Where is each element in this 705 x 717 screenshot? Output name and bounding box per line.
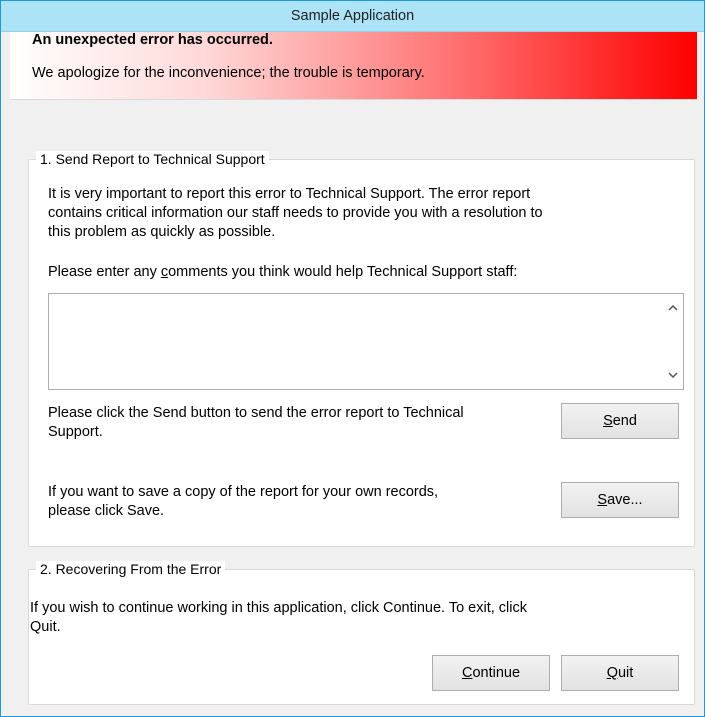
continue-button[interactable]: Continue xyxy=(432,655,550,691)
send-button[interactable]: Send xyxy=(561,403,679,439)
save-text-line-2: please click Save. xyxy=(48,503,165,519)
save-button-accesskey: S xyxy=(597,492,608,508)
comments-prompt: Please enter any comments you think woul… xyxy=(48,263,517,281)
recovering-legend: 2. Recovering From the Error xyxy=(36,561,226,578)
save-button[interactable]: Save... xyxy=(561,482,679,518)
continue-button-accesskey: C xyxy=(461,665,473,681)
save-text-line-1: If you want to save a copy of the report… xyxy=(48,484,439,500)
send-button-accesskey: S xyxy=(603,413,613,429)
save-button-label: ave... xyxy=(607,492,643,508)
dialog-window: Sample Application An unexpected error h… xyxy=(0,0,705,717)
comments-prompt-part: omments you think would help Technical S… xyxy=(168,264,518,280)
window-titlebar[interactable]: Sample Application xyxy=(1,1,704,32)
intro-line-2: contains critical information our staff … xyxy=(48,205,543,221)
comments-prompt-part: Please enter any xyxy=(48,264,161,280)
send-text-line-1: Please click the Send button to send the… xyxy=(48,405,464,421)
send-text-line-2: Support. xyxy=(48,424,103,440)
recover-text-line-2: Quit. xyxy=(30,619,61,635)
quit-button-accesskey: Q xyxy=(606,665,618,681)
comments-input[interactable] xyxy=(48,293,684,390)
quit-button[interactable]: Quit xyxy=(561,655,679,691)
quit-button-label: uit xyxy=(617,665,634,681)
chevron-down-icon[interactable] xyxy=(663,365,683,385)
send-report-legend: 1. Send Report to Technical Support xyxy=(36,151,269,168)
send-button-label: end xyxy=(612,413,637,429)
error-title: An unexpected error has occurred. xyxy=(32,32,273,48)
continue-button-label: ontinue xyxy=(472,665,521,681)
intro-line-3: this problem as quickly as possible. xyxy=(48,224,276,240)
chevron-up-icon[interactable] xyxy=(663,298,683,318)
error-message: We apologize for the inconvenience; the … xyxy=(32,65,425,81)
intro-line-1: It is very important to report this erro… xyxy=(48,186,531,202)
recover-text-line-1: If you wish to continue working in this … xyxy=(30,600,528,616)
window-title: Sample Application xyxy=(290,8,415,24)
